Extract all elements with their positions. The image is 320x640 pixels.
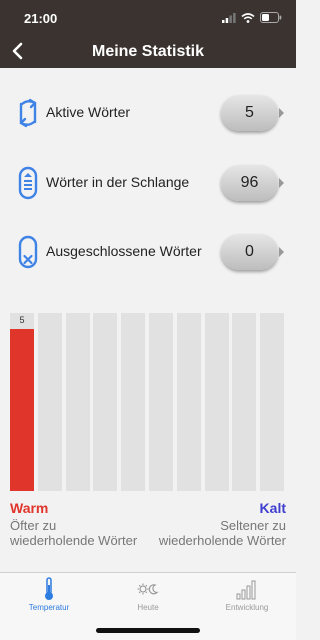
cold-description: Seltener zu wiederholende Wörter xyxy=(158,518,286,548)
cycle-arrows-icon xyxy=(19,98,37,128)
wifi-icon xyxy=(241,12,255,23)
battery-icon xyxy=(260,12,282,23)
thermometer-icon xyxy=(45,577,53,600)
stat-row-queue[interactable]: Wörter in der Schlange 96 xyxy=(0,159,296,207)
navigation-bar: 21:00 Meine Statistik xyxy=(0,0,296,68)
stat-label: Ausgeschlossene Wörter xyxy=(46,243,202,259)
stat-value-pill[interactable]: 5 xyxy=(221,95,278,131)
chart-bar xyxy=(10,329,34,491)
tab-label: Heute xyxy=(137,603,159,612)
cold-title: Kalt xyxy=(259,500,286,516)
chart-bar-slot xyxy=(37,313,62,491)
chart-bar-slot xyxy=(149,313,173,491)
tab-label: Entwicklung xyxy=(225,603,269,612)
temperature-chart: 5 xyxy=(10,313,286,491)
page-title: Meine Statistik xyxy=(91,43,205,60)
chart-bar-slot xyxy=(93,313,118,491)
chart-bar-slot xyxy=(121,313,146,491)
stat-value-pill[interactable]: 0 xyxy=(221,234,278,270)
excluded-icon xyxy=(18,235,38,269)
chart-bar-slot xyxy=(260,313,285,491)
stat-value: 96 xyxy=(240,174,259,191)
tab-entwicklung[interactable]: Entwicklung xyxy=(198,577,296,617)
chart-bar-slot xyxy=(65,313,90,491)
chart-bar-label: 5 xyxy=(19,315,25,325)
tab-temperatur[interactable]: Temperatur xyxy=(0,577,98,617)
stat-value-pill[interactable]: 96 xyxy=(221,165,278,201)
stat-row-active-words[interactable]: Aktive Wörter 5 xyxy=(0,89,296,137)
status-icons xyxy=(222,12,282,23)
warm-title: Warm xyxy=(10,500,49,516)
chevron-right-icon xyxy=(279,178,284,188)
sun-moon-icon xyxy=(137,583,159,595)
queue-icon xyxy=(18,166,38,200)
tab-label: Temperatur xyxy=(28,603,70,612)
chevron-right-icon xyxy=(279,108,284,118)
status-time: 21:00 xyxy=(24,11,58,26)
signal-bars-icon xyxy=(236,580,256,600)
chart-bar-slot xyxy=(204,313,229,491)
stat-label: Wörter in der Schlange xyxy=(46,174,190,190)
chevron-right-icon xyxy=(279,247,284,257)
cellular-signal-icon xyxy=(222,12,236,23)
tab-heute[interactable]: Heute xyxy=(99,577,197,617)
chart-bar-slot: 5 xyxy=(10,313,34,491)
stat-value: 0 xyxy=(245,243,254,260)
stat-row-excluded[interactable]: Ausgeschlossene Wörter 0 xyxy=(0,228,296,276)
warm-description: Öfter zu wiederholende Wörter xyxy=(10,518,138,548)
stat-value: 5 xyxy=(245,104,254,121)
home-indicator xyxy=(96,628,200,633)
stat-label: Aktive Wörter xyxy=(46,104,131,120)
chart-bar-slot xyxy=(176,313,201,491)
chart-bar-slot xyxy=(232,313,257,491)
